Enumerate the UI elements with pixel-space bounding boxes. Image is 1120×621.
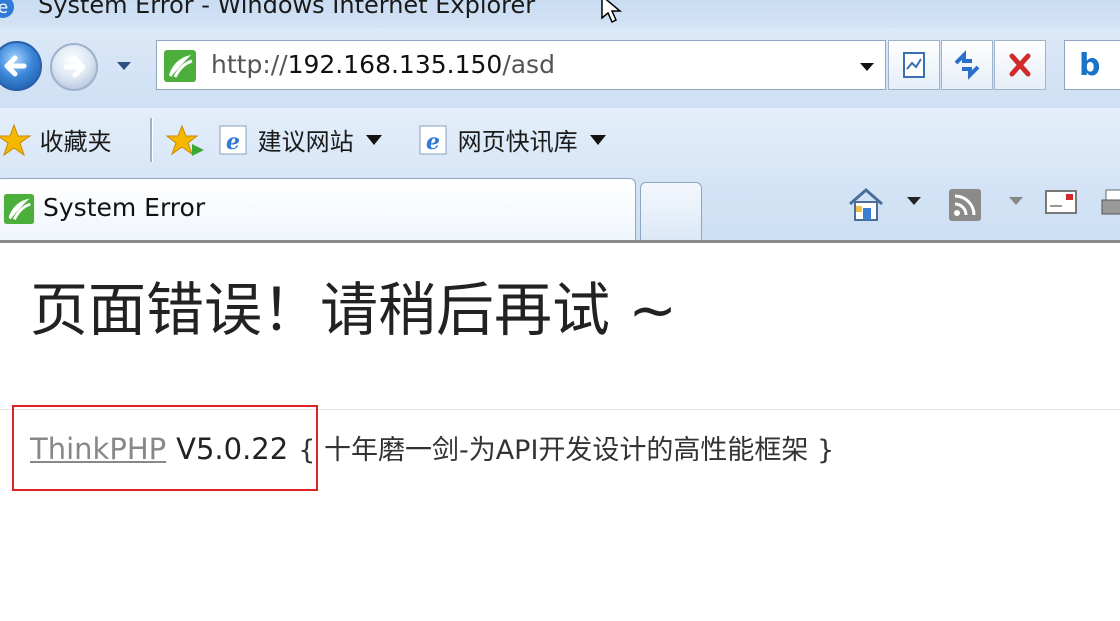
chevron-down-icon [366,134,383,145]
back-icon [4,55,27,77]
tab-bar: System Error [0,172,1120,243]
framework-slogan: { 十年磨一剑-为API开发设计的高性能框架 } [298,435,835,466]
star-icon [0,123,32,156]
highlight-annotation-box [12,405,318,491]
url-text[interactable]: http://192.168.135.150/asd [211,50,555,79]
bing-icon: b [1079,48,1100,83]
ie-logo-icon: e [0,0,14,18]
svg-text:e: e [0,0,8,18]
fav-item-web-slice-gallery[interactable]: e 网页快讯库 [418,122,607,156]
fav-item-label: 网页快讯库 [457,128,578,156]
fav-item-suggested-sites[interactable]: e 建议网站 [218,122,383,156]
refresh-button[interactable] [941,40,993,90]
svg-text:e: e [226,129,240,155]
favorites-button[interactable]: 收藏夹 [0,122,112,156]
favorites-bar: 收藏夹 e 建议网站 e 网页快讯库 [0,108,1120,172]
favorites-label: 收藏夹 [39,128,112,156]
fav-item-label: 建议网站 [257,128,354,156]
navigation-bar: http://192.168.135.150/asd b [0,28,1120,108]
back-button[interactable] [0,41,42,91]
tab-label: System Error [43,193,206,222]
page-content: 页面错误！请稍后再试 ~ ThinkPHP V5.0.22{ 十年磨一剑-为API… [0,243,1120,621]
print-icon[interactable] [1100,188,1120,220]
favorites-separator [150,118,153,162]
error-heading: 页面错误！请稍后再试 ~ [30,276,678,344]
history-dropdown-icon[interactable] [115,60,133,72]
rss-icon[interactable] [948,188,982,222]
mail-icon[interactable] [1044,188,1080,218]
ie-page-icon: e [419,125,447,155]
refresh-icon [954,50,980,80]
stop-button[interactable] [994,40,1046,90]
svg-text:e: e [426,129,440,155]
rss-dropdown-icon[interactable] [1008,196,1024,206]
forward-icon [63,56,86,78]
url-dropdown-icon[interactable] [859,62,875,72]
stop-icon [1009,53,1031,77]
tab-system-error[interactable]: System Error [0,178,636,240]
site-favicon-icon [164,50,196,82]
compat-view-icon [903,52,925,78]
new-tab-button[interactable] [640,182,702,240]
svg-text:b: b [1079,48,1100,83]
add-favorite-icon[interactable] [166,124,206,158]
chevron-down-icon [590,134,607,145]
address-bar[interactable]: http://192.168.135.150/asd [156,40,886,90]
home-dropdown-icon[interactable] [906,196,922,206]
home-icon[interactable] [846,186,886,222]
window-titlebar: e System Error - Windows Internet Explor… [0,0,1120,28]
compat-view-button[interactable] [888,40,940,90]
search-box[interactable]: b [1064,40,1120,90]
cursor-icon [601,0,623,24]
ie-page-icon: e [219,125,247,155]
forward-button[interactable] [50,43,98,91]
window-title: System Error - Windows Internet Explorer [38,0,536,19]
site-favicon-icon [3,193,35,225]
